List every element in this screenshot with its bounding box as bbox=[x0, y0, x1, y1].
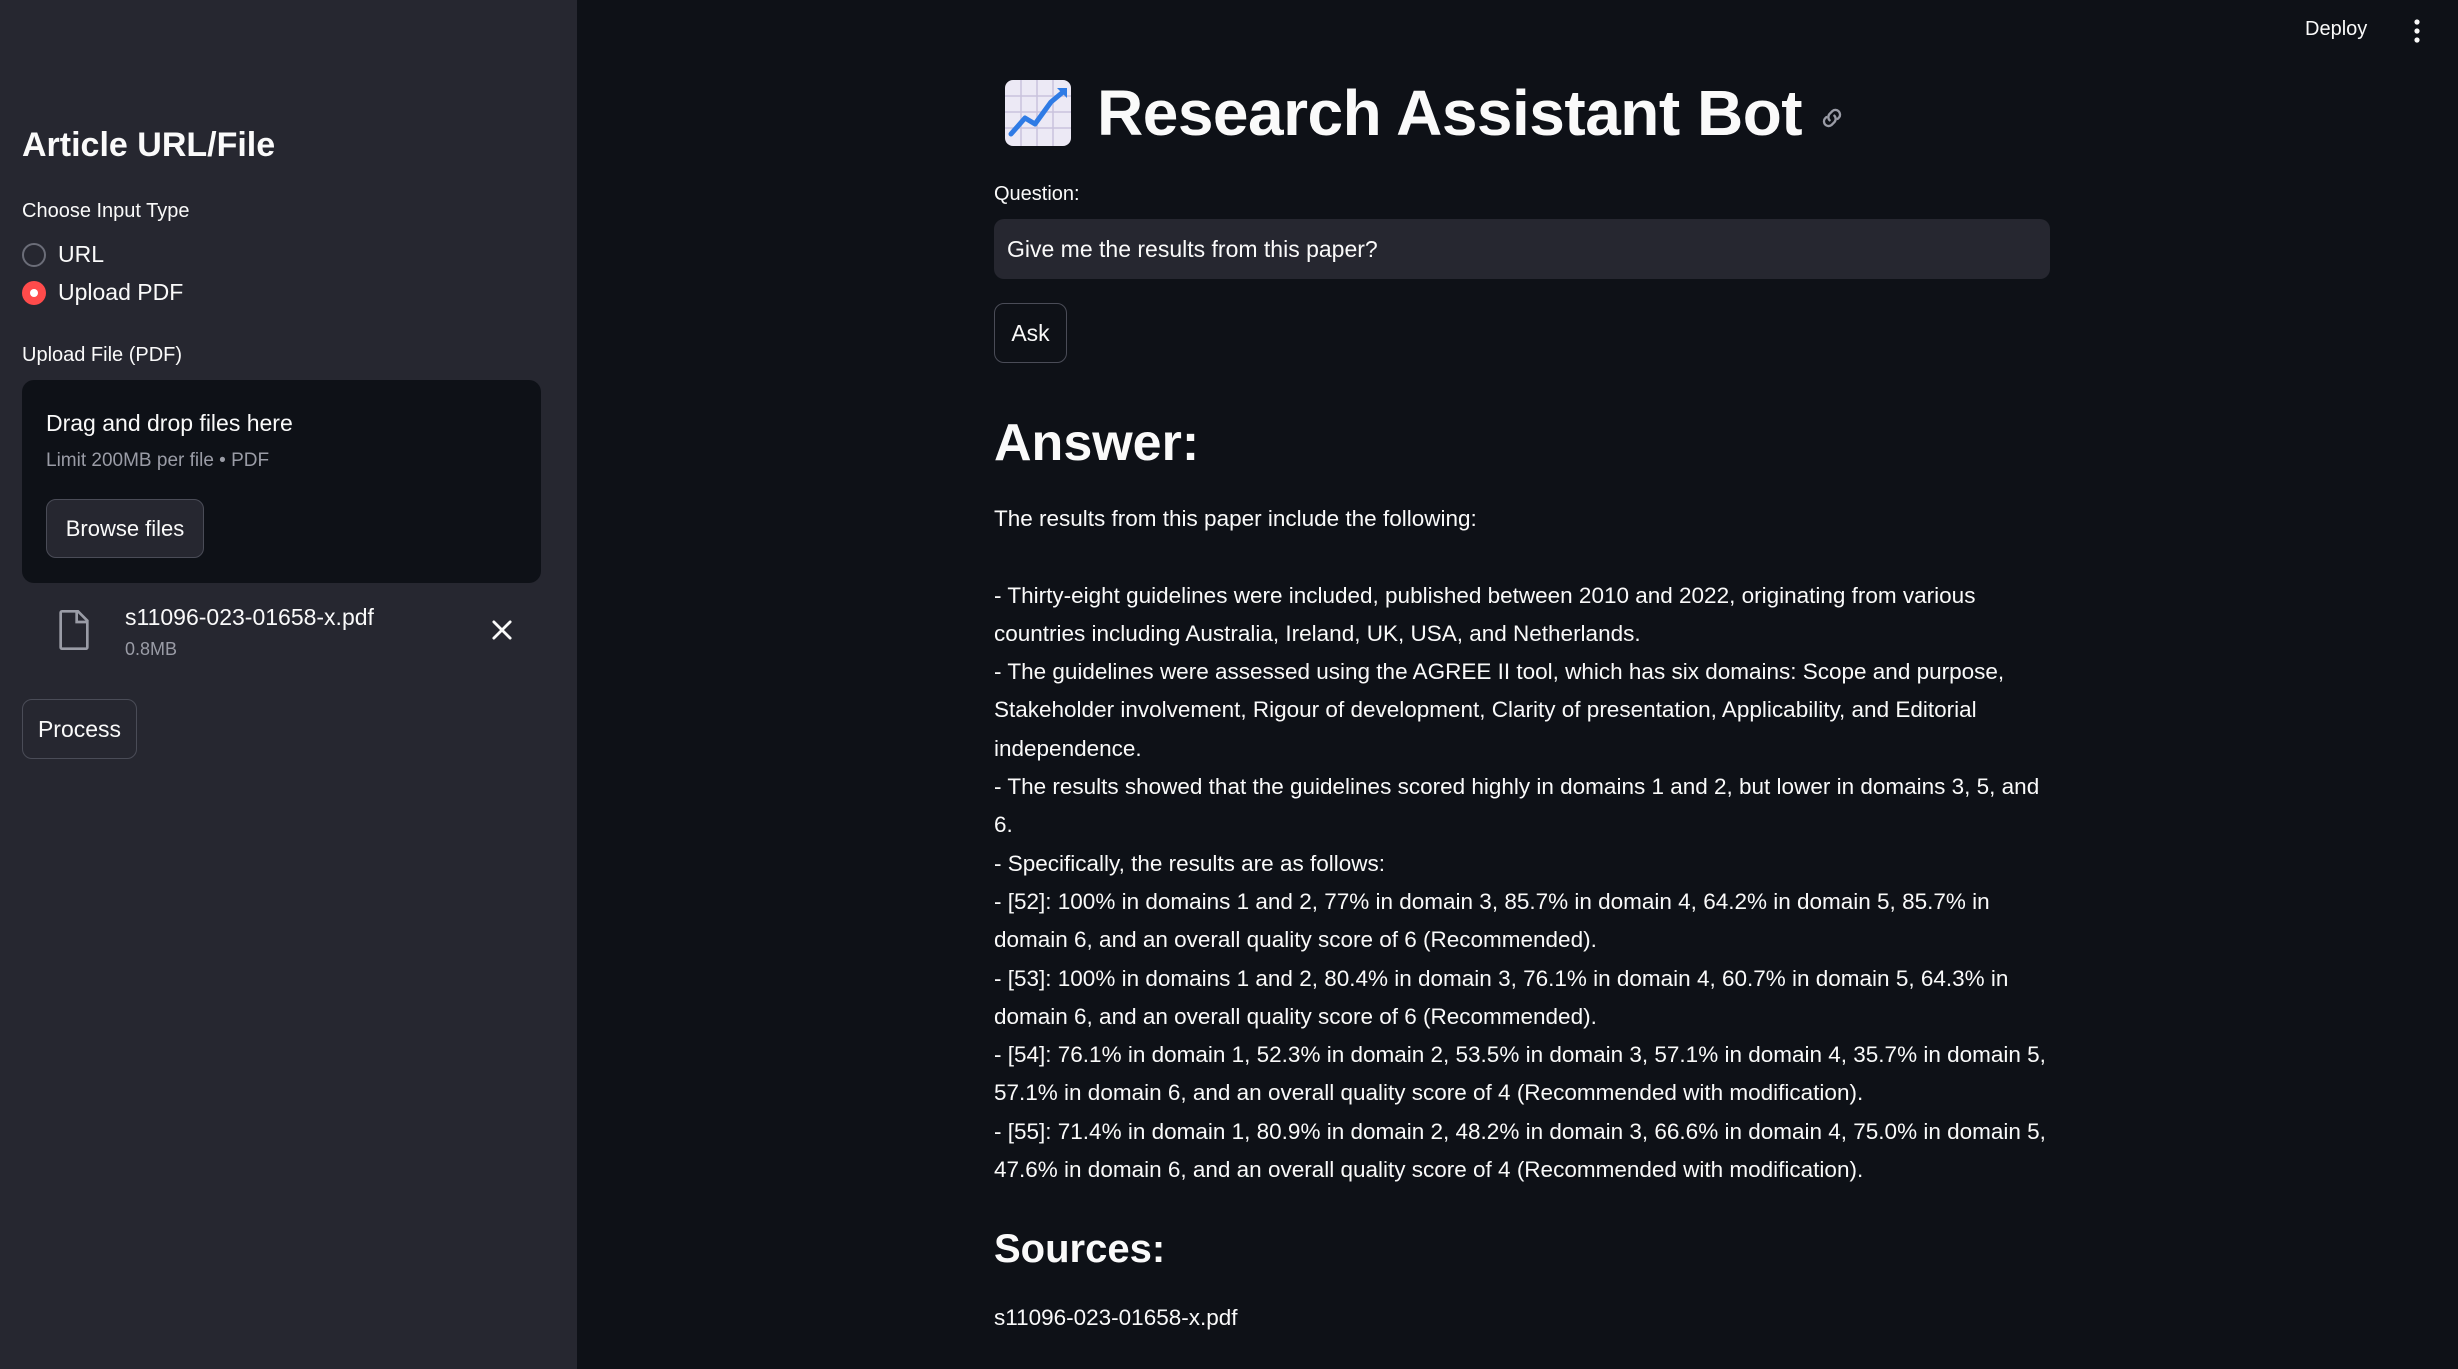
radio-upload-pdf[interactable] bbox=[22, 280, 46, 305]
uploaded-file: s11096-023-01658-x.pdf 0.8MB bbox=[22, 596, 541, 672]
file-icon bbox=[59, 610, 89, 650]
input-type-label: Choose Input Type bbox=[22, 200, 190, 222]
ask-button[interactable]: Ask bbox=[994, 303, 1067, 363]
uploaded-file-size: 0.8MB bbox=[125, 639, 178, 659]
answer-intro: The results from this paper include the … bbox=[994, 506, 1477, 531]
answer-point: - The guidelines were assessed using the… bbox=[994, 659, 2005, 761]
page-header: Research Assistant Bot bbox=[1003, 76, 1846, 150]
answer-point: - [55]: 71.4% in domain 1, 80.9% in doma… bbox=[994, 1118, 2046, 1183]
radio-url[interactable] bbox=[22, 242, 46, 267]
more-menu-icon[interactable] bbox=[2409, 16, 2425, 46]
answer-point: - Thirty-eight guidelines were included,… bbox=[994, 582, 1976, 646]
dropzone-title: Drag and drop files here bbox=[46, 410, 293, 436]
browse-files-button[interactable]: Browse files bbox=[46, 499, 204, 558]
sidebar: Article URL/File Choose Input Type URL U… bbox=[0, 0, 577, 1369]
answer-point: - The results showed that the guidelines… bbox=[994, 774, 2040, 838]
question-input[interactable] bbox=[994, 219, 2050, 279]
radio-option-url[interactable]: URL bbox=[22, 241, 104, 268]
answer-point: - [53]: 100% in domains 1 and 2, 80.4% i… bbox=[994, 965, 2009, 1029]
answer-heading: Answer: bbox=[994, 414, 1200, 472]
chart-increasing-icon bbox=[1005, 80, 1071, 146]
link-icon[interactable] bbox=[1818, 104, 1846, 132]
radio-upload-pdf-label: Upload PDF bbox=[58, 279, 184, 305]
answer-text: The results from this paper include the … bbox=[994, 500, 2054, 1189]
sidebar-title: Article URL/File bbox=[22, 126, 276, 164]
close-icon[interactable] bbox=[488, 616, 516, 644]
process-button[interactable]: Process bbox=[22, 699, 137, 759]
upload-file-label: Upload File (PDF) bbox=[22, 344, 183, 366]
question-label: Question: bbox=[994, 183, 1080, 205]
deploy-button[interactable]: Deploy bbox=[2305, 18, 2367, 41]
dropzone-limit: Limit 200MB per file • PDF bbox=[46, 450, 270, 471]
file-dropzone[interactable]: Drag and drop files here Limit 200MB per… bbox=[22, 380, 541, 583]
answer-point: - [52]: 100% in domains 1 and 2, 77% in … bbox=[994, 888, 1990, 953]
radio-url-label: URL bbox=[58, 241, 105, 267]
sources-heading: Sources: bbox=[994, 1227, 1166, 1271]
source-item: s11096-023-01658-x.pdf bbox=[994, 1305, 1238, 1330]
answer-point: - [54]: 76.1% in domain 1, 52.3% in doma… bbox=[994, 1042, 2046, 1106]
page-title: Research Assistant Bot bbox=[1097, 77, 1803, 149]
radio-option-upload-pdf[interactable]: Upload PDF bbox=[22, 279, 183, 306]
uploaded-file-name: s11096-023-01658-x.pdf bbox=[125, 604, 374, 630]
answer-point: - Specifically, the results are as follo… bbox=[994, 850, 1385, 876]
